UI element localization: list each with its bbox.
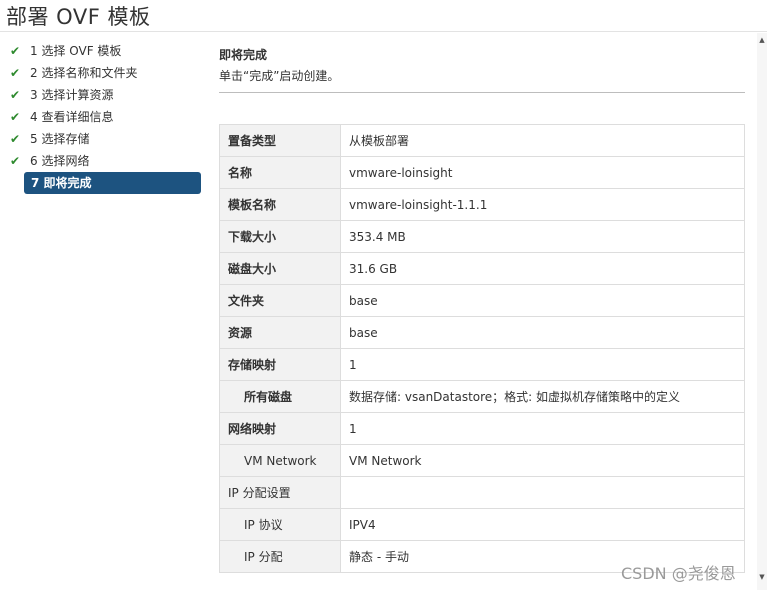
table-row: 名称 vmware-loinsight bbox=[219, 156, 745, 189]
row-label: IP 分配设置 bbox=[219, 476, 341, 509]
row-value: 31.6 GB bbox=[340, 252, 745, 285]
row-value: 353.4 MB bbox=[340, 220, 745, 253]
row-label: 资源 bbox=[219, 316, 341, 349]
page-heading: 即将完成 bbox=[219, 48, 268, 62]
vertical-scrollbar[interactable]: ▲ ▼ bbox=[757, 33, 767, 590]
table-row: IP 协议 IPV4 bbox=[219, 508, 745, 541]
arrow-up-icon[interactable]: ▲ bbox=[757, 35, 767, 45]
table-row: 资源 base bbox=[219, 316, 745, 349]
checkmark-icon: ✔ bbox=[10, 110, 21, 124]
row-label: 文件夹 bbox=[219, 284, 341, 317]
row-value: base bbox=[340, 284, 745, 317]
step-select-name-folder[interactable]: ✔ 2 选择名称和文件夹 bbox=[0, 62, 205, 84]
window-title: 部署 OVF 模板 bbox=[6, 5, 151, 29]
row-value: 1 bbox=[340, 348, 745, 381]
row-value: 数据存储: vsanDatastore；格式: 如虚拟机存储策略中的定义 bbox=[340, 380, 745, 413]
row-value: VM Network bbox=[340, 444, 745, 477]
step-ready-to-complete[interactable]: 7 即将完成 bbox=[24, 172, 201, 194]
row-label: 置备类型 bbox=[219, 124, 341, 157]
summary-table: 置备类型 从模板部署 名称 vmware-loinsight 模板名称 vmwa… bbox=[219, 124, 745, 573]
table-row: 模板名称 vmware-loinsight-1.1.1 bbox=[219, 188, 745, 221]
row-value: base bbox=[340, 316, 745, 349]
step-label: 7 即将完成 bbox=[31, 176, 92, 190]
checkmark-icon: ✔ bbox=[10, 88, 21, 102]
row-value: vmware-loinsight bbox=[340, 156, 745, 189]
page-instruction: 单击“完成”启动创建。 bbox=[219, 69, 340, 83]
step-review-details[interactable]: ✔ 4 查看详细信息 bbox=[0, 106, 205, 128]
row-value: 1 bbox=[340, 412, 745, 445]
checkmark-icon: ✔ bbox=[10, 66, 21, 80]
row-label: 下载大小 bbox=[219, 220, 341, 253]
step-select-storage[interactable]: ✔ 5 选择存储 bbox=[0, 128, 205, 150]
step-label: 2 选择名称和文件夹 bbox=[30, 66, 138, 80]
step-label: 1 选择 OVF 模板 bbox=[30, 44, 122, 58]
step-select-compute-resource[interactable]: ✔ 3 选择计算资源 bbox=[0, 84, 205, 106]
row-label: 模板名称 bbox=[219, 188, 341, 221]
row-value: 从模板部署 bbox=[340, 124, 745, 157]
row-label: IP 协议 bbox=[219, 508, 341, 541]
row-label: 名称 bbox=[219, 156, 341, 189]
row-label: IP 分配 bbox=[219, 540, 341, 573]
table-row: 所有磁盘 数据存储: vsanDatastore；格式: 如虚拟机存储策略中的定… bbox=[219, 380, 745, 413]
table-row: VM Network VM Network bbox=[219, 444, 745, 477]
wizard-steps: ✔ 1 选择 OVF 模板 ✔ 2 选择名称和文件夹 ✔ 3 选择计算资源 ✔ … bbox=[0, 40, 205, 194]
table-row: 网络映射 1 bbox=[219, 412, 745, 445]
table-row: 磁盘大小 31.6 GB bbox=[219, 252, 745, 285]
step-label: 5 选择存储 bbox=[30, 132, 90, 146]
step-select-networks[interactable]: ✔ 6 选择网络 bbox=[0, 150, 205, 172]
step-label: 6 选择网络 bbox=[30, 154, 90, 168]
row-value: IPV4 bbox=[340, 508, 745, 541]
row-label: 磁盘大小 bbox=[219, 252, 341, 285]
content-header: 即将完成 单击“完成”启动创建。 bbox=[219, 40, 745, 93]
checkmark-icon: ✔ bbox=[10, 132, 21, 146]
header-divider bbox=[219, 92, 745, 93]
table-row: 存储映射 1 bbox=[219, 348, 745, 381]
table-row: IP 分配设置 bbox=[219, 476, 745, 509]
row-label: 网络映射 bbox=[219, 412, 341, 445]
checkmark-icon: ✔ bbox=[10, 44, 21, 58]
table-row: 文件夹 base bbox=[219, 284, 745, 317]
arrow-down-icon[interactable]: ▼ bbox=[757, 572, 767, 582]
row-label: VM Network bbox=[219, 444, 341, 477]
step-select-ovf-template[interactable]: ✔ 1 选择 OVF 模板 bbox=[0, 40, 205, 62]
step-label: 4 查看详细信息 bbox=[30, 110, 114, 124]
row-label: 所有磁盘 bbox=[219, 380, 341, 413]
title-divider bbox=[0, 31, 767, 32]
row-value: vmware-loinsight-1.1.1 bbox=[340, 188, 745, 221]
row-label: 存储映射 bbox=[219, 348, 341, 381]
table-row: 置备类型 从模板部署 bbox=[219, 124, 745, 157]
step-label: 3 选择计算资源 bbox=[30, 88, 114, 102]
checkmark-icon: ✔ bbox=[10, 154, 21, 168]
row-value bbox=[340, 476, 745, 509]
watermark-text: CSDN @尧俊恩 bbox=[621, 564, 736, 583]
table-row: 下载大小 353.4 MB bbox=[219, 220, 745, 253]
